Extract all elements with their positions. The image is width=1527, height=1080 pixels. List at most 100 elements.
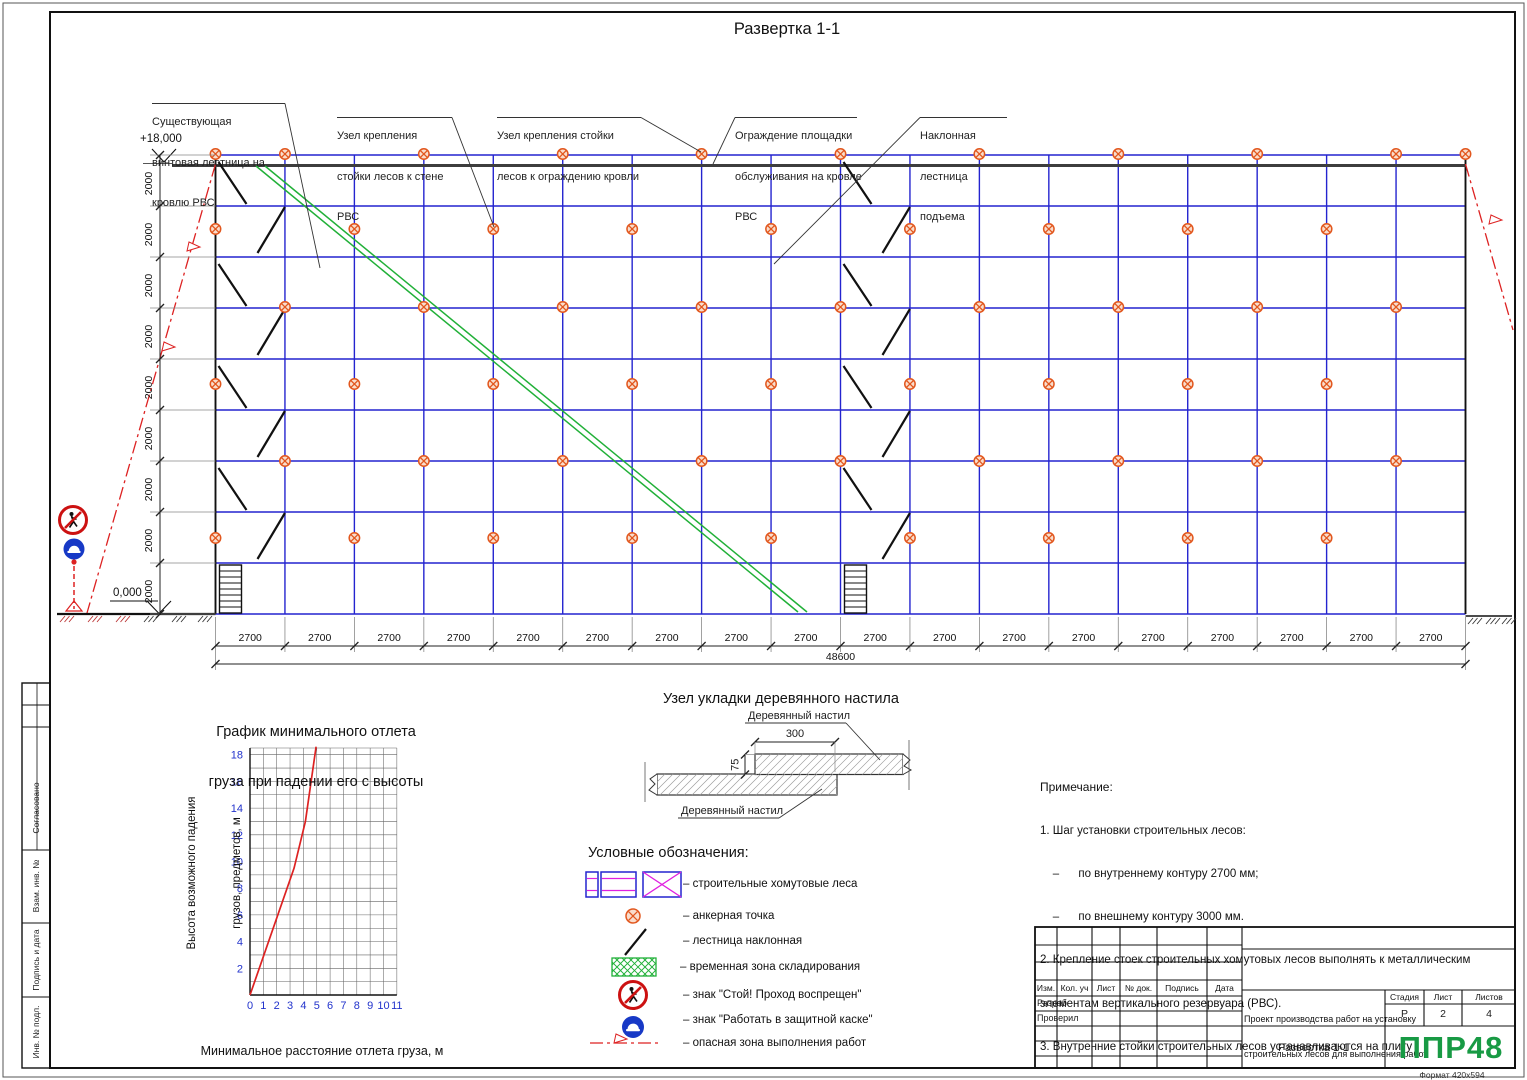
chart-x-tick-label: 3 xyxy=(287,1000,293,1012)
break-mark xyxy=(649,774,657,795)
callout-wall-attachment: Узел крепления стойки лесов к стене РВС xyxy=(337,103,443,252)
dim-label-level: 2000 xyxy=(143,427,155,451)
dim-label-bay: 2700 xyxy=(1072,632,1096,644)
node-detail-title: Узел укладки деревянного настила xyxy=(631,691,931,709)
callout-leader xyxy=(713,118,735,165)
elevation-top: +18,000 xyxy=(140,132,182,146)
dim-label-bay: 2700 xyxy=(1141,632,1165,644)
dim-label-bay: 2700 xyxy=(586,632,610,644)
soil-hatch xyxy=(65,616,70,622)
tb-sheet-label: Лист xyxy=(1424,992,1462,1002)
soil-hatch xyxy=(1473,618,1478,624)
callout-spiral-stair: Существующая винтовая лестница на кровлю… xyxy=(152,89,265,238)
format-note: Формат 420х594 xyxy=(1388,1070,1516,1080)
legend-label-no-entry-sign: – знак "Стой! Проход воспрещен" xyxy=(683,988,861,1002)
legend-title: Условные обозначения: xyxy=(588,845,749,863)
side-label-vzam: Взам. инв. № xyxy=(31,860,41,913)
node-label-deck-top: Деревянный настил xyxy=(748,710,850,723)
chart-x-tick-label: 0 xyxy=(247,1000,253,1012)
soil-hatch xyxy=(1486,618,1491,624)
chart-x-tick-label: 6 xyxy=(327,1000,333,1012)
break-mark xyxy=(903,754,911,775)
dim-label-bay: 2700 xyxy=(933,632,957,644)
hatch-line xyxy=(612,962,626,976)
side-label-inv: Инв. № подл. xyxy=(31,1006,41,1059)
dim-label-level: 2000 xyxy=(143,580,155,604)
company-logo: ППР48 xyxy=(1387,1029,1515,1067)
drawing-sheet: 2000200020002000200020002000200020002700… xyxy=(0,0,1527,1080)
tb-col-data: Дата xyxy=(1207,983,1242,993)
soil-hatch xyxy=(203,616,208,622)
tb-col-podpis: Подпись xyxy=(1157,983,1207,993)
legend-label-danger-zone: – опасная зона выполнения работ xyxy=(683,1036,866,1050)
callout-inclined-ladder: Наклонная лестница подъема xyxy=(920,103,976,252)
inclined-ladder-icon xyxy=(883,411,910,457)
inclined-ladder-icon xyxy=(844,366,872,408)
dim-label-level: 2000 xyxy=(143,274,155,298)
tb-row-developed: Разраб. xyxy=(1037,998,1069,1009)
soil-hatch xyxy=(69,616,74,622)
callout-service-platform-rail: Ограждение площадки обслуживания на кров… xyxy=(735,103,862,252)
chart-x-tick-label: 11 xyxy=(391,1000,402,1012)
inclined-ladder-icon xyxy=(219,366,247,408)
soil-hatch xyxy=(207,616,212,622)
soil-hatch xyxy=(93,616,98,622)
soil-hatch xyxy=(1495,618,1500,624)
dim-label-bay: 2700 xyxy=(1419,632,1443,644)
node-dim-height: 75 xyxy=(729,752,742,778)
chart-x-tick-label: 5 xyxy=(314,1000,320,1012)
dim-label-bay: 2700 xyxy=(1350,632,1374,644)
callout-leader xyxy=(452,118,494,228)
tb-stage-label: Стадия xyxy=(1385,992,1424,1002)
soil-hatch xyxy=(172,616,177,622)
node-label-deck-bottom: Деревянный настил xyxy=(681,805,783,818)
soil-hatch xyxy=(121,616,126,622)
legend-label-storage-zone: – временная зона складирования xyxy=(680,960,860,974)
soil-hatch xyxy=(88,616,93,622)
dim-label-level: 2000 xyxy=(143,529,155,553)
tb-col-doc: № док. xyxy=(1120,983,1157,993)
dim-label-bay: 2700 xyxy=(447,632,471,644)
dim-label-bay: 2700 xyxy=(1002,632,1026,644)
tb-col-kol: Кол. уч xyxy=(1057,983,1092,993)
inclined-ladder-icon xyxy=(219,264,247,306)
soil-hatch xyxy=(97,616,102,622)
dim-label-total: 48600 xyxy=(826,651,855,663)
soil-hatch xyxy=(1491,618,1496,624)
chart-x-axis-label: Минимальное расстояние отлета груза, м В… xyxy=(182,1013,462,1080)
soil-hatch xyxy=(125,616,130,622)
tb-sheets-label: Листов xyxy=(1462,992,1516,1002)
chart-x-tick-label: 7 xyxy=(340,1000,346,1012)
soil-hatch xyxy=(149,616,154,622)
notes-title: Примечание: xyxy=(1040,780,1113,794)
scaffold-icon xyxy=(586,872,598,897)
dim-label-bay: 2700 xyxy=(794,632,818,644)
dim-label-bay: 2700 xyxy=(308,632,332,644)
chart-x-tick-label: 10 xyxy=(377,1000,389,1012)
tb-sheets-value: 4 xyxy=(1462,1008,1516,1021)
danger-flag-icon xyxy=(162,342,175,351)
tb-sheet-value: 2 xyxy=(1424,1008,1462,1021)
soil-hatch xyxy=(181,616,186,622)
page-title: Развертка 1-1 xyxy=(612,19,962,39)
chart-x-tick-label: 4 xyxy=(300,1000,306,1012)
inclined-ladder-icon xyxy=(844,468,872,510)
inclined-ladder-icon xyxy=(883,309,910,355)
chart-y-axis-label: Высота возможного падения грузов, предме… xyxy=(155,748,275,998)
dim-label-level: 2000 xyxy=(143,325,155,349)
chart-x-tick-label: 2 xyxy=(274,1000,280,1012)
inclined-ladder-icon xyxy=(258,411,285,457)
soil-hatch xyxy=(1507,618,1512,624)
dim-label-bay: 2700 xyxy=(239,632,263,644)
callout-roof-rail-attachment: Узел крепления стойки лесов к ограждению… xyxy=(497,103,639,211)
legend-label-scaffold: – строительные хомутовые леса xyxy=(683,877,857,891)
dim-label-bay: 2700 xyxy=(1280,632,1304,644)
helmet-sign-icon xyxy=(626,1029,640,1031)
dim-label-bay: 2700 xyxy=(655,632,679,644)
soil-hatch xyxy=(177,616,182,622)
inclined-ladder-icon xyxy=(844,264,872,306)
soil-hatch xyxy=(1477,618,1482,624)
side-label-agreed: Согласовано xyxy=(31,782,41,833)
dim-label-bay: 2700 xyxy=(725,632,749,644)
scaffold-icon xyxy=(601,872,636,897)
